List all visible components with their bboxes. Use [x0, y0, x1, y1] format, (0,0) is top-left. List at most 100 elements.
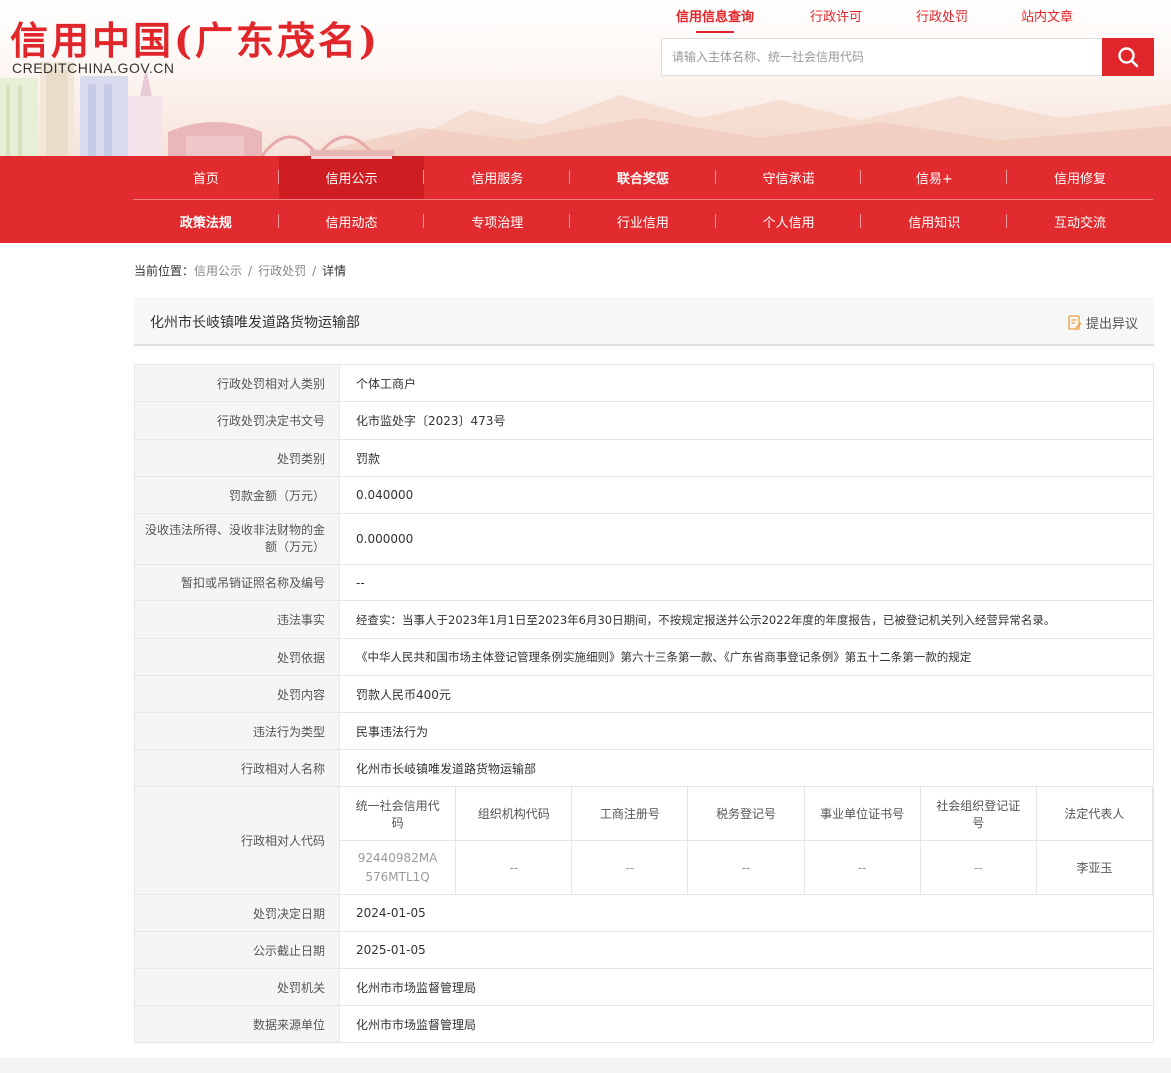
field-value: 化州市市场监督管理局	[339, 1005, 1154, 1043]
table-row: 罚款金额（万元） 0.040000	[134, 476, 1154, 514]
field-value: 罚款	[339, 439, 1154, 477]
nav-joint-rewards-punishments[interactable]: 联合奖惩	[570, 156, 716, 199]
table-row: 处罚类别 罚款	[134, 439, 1154, 477]
codes-value: 李亚玉	[1035, 840, 1154, 895]
site-logo-en[interactable]: CREDITCHINA.GOV.CN	[12, 60, 175, 76]
breadcrumb-separator: /	[248, 264, 253, 278]
breadcrumb-admin-penalty[interactable]: 行政处罚	[258, 264, 306, 278]
nav-credit-easy[interactable]: 信易+	[861, 156, 1007, 199]
search-button[interactable]	[1102, 38, 1154, 76]
nav-credit-news[interactable]: 信用动态	[279, 200, 425, 243]
tab-credit-info-query[interactable]: 信用信息查询	[676, 6, 754, 33]
field-value: 2024-01-05	[339, 894, 1154, 932]
breadcrumb-current: 详情	[322, 264, 347, 278]
table-row: 处罚决定日期 2024-01-05	[134, 894, 1154, 932]
tab-admin-license[interactable]: 行政许可	[810, 6, 862, 25]
table-row: 行政相对人代码 统一社会信用代码 组织机构代码 工商注册号 税务登记号 事业单位…	[134, 786, 1154, 895]
field-label: 处罚决定日期	[134, 894, 340, 932]
table-row: 公示截止日期 2025-01-05	[134, 931, 1154, 969]
search-box	[661, 38, 1154, 76]
nav-home[interactable]: 首页	[133, 156, 279, 199]
table-row: 处罚依据 《中华人民共和国市场主体登记管理条例实施细则》第六十三条第一款、《广东…	[134, 638, 1154, 676]
field-label: 暂扣或吊销证照名称及编号	[134, 564, 340, 601]
search-icon	[1118, 47, 1139, 68]
codes-header: 法定代表人	[1035, 786, 1154, 841]
field-label: 行政相对人名称	[134, 749, 340, 787]
nav-row-1: 首页 信用公示 信用服务 联合奖惩 守信承诺 信易+ 信用修复	[133, 156, 1153, 199]
table-row: 处罚内容 罚款人民币400元	[134, 675, 1154, 713]
breadcrumb-prefix: 当前位置：	[134, 264, 195, 278]
table-row: 违法事实 经查实：当事人于2023年1月1日至2023年6月30日期间，不按规定…	[134, 600, 1154, 639]
footer-band	[0, 1058, 1171, 1073]
codes-header-row: 统一社会信用代码 组织机构代码 工商注册号 税务登记号 事业单位证书号 社会组织…	[338, 786, 1154, 841]
search-tabs: 信用信息查询 行政许可 行政处罚 站内文章	[662, 6, 1154, 33]
field-value: 经查实：当事人于2023年1月1日至2023年6月30日期间，不按规定报送并公示…	[339, 600, 1154, 639]
field-label: 违法事实	[134, 600, 340, 639]
objection-icon	[1068, 315, 1082, 330]
page-title: 化州市长岐镇唯发道路货物运输部	[150, 315, 360, 331]
breadcrumb-credit-publicity[interactable]: 信用公示	[194, 264, 242, 278]
codes-cell: 统一社会信用代码 组织机构代码 工商注册号 税务登记号 事业单位证书号 社会组织…	[338, 786, 1154, 895]
codes-header: 组织机构代码	[455, 786, 573, 841]
field-label: 数据来源单位	[134, 1005, 340, 1043]
codes-header: 工商注册号	[571, 786, 689, 841]
table-row: 数据来源单位 化州市市场监督管理局	[134, 1005, 1154, 1043]
field-label: 处罚机关	[134, 968, 340, 1006]
nav-interaction[interactable]: 互动交流	[1007, 200, 1153, 243]
field-value: 0.040000	[339, 476, 1154, 514]
nav-credit-publicity[interactable]: 信用公示	[278, 156, 425, 199]
nav-credit-commitment[interactable]: 守信承诺	[716, 156, 862, 199]
field-label: 公示截止日期	[134, 931, 340, 969]
codes-header: 事业单位证书号	[803, 786, 921, 841]
nav-credit-service[interactable]: 信用服务	[424, 156, 570, 199]
field-label: 行政相对人代码	[134, 786, 340, 895]
nav-special-governance[interactable]: 专项治理	[424, 200, 570, 243]
nav-industry-credit[interactable]: 行业信用	[570, 200, 716, 243]
table-row: 违法行为类型 民事违法行为	[134, 712, 1154, 750]
codes-value: --	[455, 840, 573, 895]
table-row: 没收违法所得、没收非法财物的金额（万元） 0.000000	[134, 513, 1154, 565]
codes-value: --	[687, 840, 805, 895]
tab-admin-penalty[interactable]: 行政处罚	[916, 6, 968, 25]
penalty-detail-table: 行政处罚相对人类别 个体工商户 行政处罚决定书文号 化市监处字〔2023〕473…	[134, 364, 1154, 1043]
field-label: 处罚内容	[134, 675, 340, 713]
table-row: 行政处罚决定书文号 化市监处字〔2023〕473号	[134, 401, 1154, 440]
field-label: 罚款金额（万元）	[134, 476, 340, 514]
codes-value-row: 92440982MA576MTL1Q -- -- -- -- -- 李亚玉	[338, 840, 1154, 895]
raise-objection-button[interactable]: 提出异议	[1068, 313, 1138, 332]
table-row: 行政处罚相对人类别 个体工商户	[134, 364, 1154, 402]
field-value: 罚款人民币400元	[339, 675, 1154, 713]
codes-header: 统一社会信用代码	[338, 786, 457, 841]
field-label: 处罚依据	[134, 638, 340, 676]
nav-credit-knowledge[interactable]: 信用知识	[861, 200, 1007, 243]
field-label: 没收违法所得、没收非法财物的金额（万元）	[134, 513, 340, 565]
nav-personal-credit[interactable]: 个人信用	[716, 200, 862, 243]
field-label: 行政处罚相对人类别	[134, 364, 340, 402]
field-value: 化州市长岐镇唯发道路货物运输部	[339, 749, 1154, 787]
nav-policies-regulations[interactable]: 政策法规	[133, 200, 279, 243]
codes-value: --	[571, 840, 689, 895]
table-row: 处罚机关 化州市市场监督管理局	[134, 968, 1154, 1006]
codes-value: --	[803, 840, 921, 895]
breadcrumb: 当前位置：信用公示 / 行政处罚 / 详情	[134, 262, 346, 279]
search-input[interactable]	[662, 39, 1102, 75]
detail-title-bar: 化州市长岐镇唯发道路货物运输部 提出异议	[134, 297, 1154, 346]
site-logo-cn[interactable]: 信用中国(广东茂名)	[10, 10, 380, 65]
field-label: 违法行为类型	[134, 712, 340, 750]
raise-objection-label: 提出异议	[1085, 317, 1138, 332]
table-row: 行政相对人名称 化州市长岐镇唯发道路货物运输部	[134, 749, 1154, 787]
codes-value: 92440982MA576MTL1Q	[338, 840, 457, 895]
field-value: 个体工商户	[339, 364, 1154, 402]
field-value: 化州市市场监督管理局	[339, 968, 1154, 1006]
table-row: 暂扣或吊销证照名称及编号 --	[134, 564, 1154, 601]
field-value: 2025-01-05	[339, 931, 1154, 969]
codes-header: 税务登记号	[687, 786, 805, 841]
tab-site-articles[interactable]: 站内文章	[1021, 6, 1073, 25]
main-nav: 首页 信用公示 信用服务 联合奖惩 守信承诺 信易+ 信用修复 政策法规 信用动…	[0, 156, 1171, 243]
field-value: --	[339, 564, 1154, 601]
nav-row-2: 政策法规 信用动态 专项治理 行业信用 个人信用 信用知识 互动交流	[133, 199, 1153, 243]
site-header: 信用中国(广东茂名) CREDITCHINA.GOV.CN 信用信息查询 行政许…	[0, 0, 1171, 156]
breadcrumb-separator: /	[312, 264, 317, 278]
nav-credit-repair[interactable]: 信用修复	[1007, 156, 1153, 199]
field-value: 民事违法行为	[339, 712, 1154, 750]
